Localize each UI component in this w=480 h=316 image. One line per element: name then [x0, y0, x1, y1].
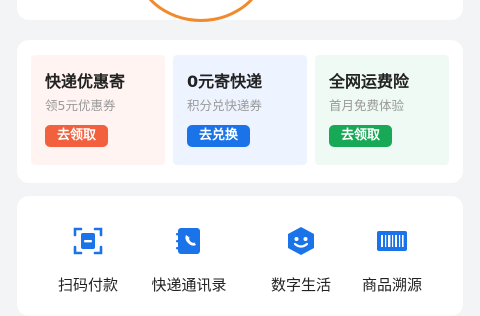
service-label: 商品溯源 [361, 276, 422, 294]
scan-pay-icon [73, 227, 103, 255]
smiley-box-icon [288, 227, 314, 255]
redeem-points-button[interactable]: 去兑换 [187, 125, 251, 147]
service-label: 快递通讯录 [151, 276, 227, 294]
claim-coupon-button[interactable]: 去领取 [45, 125, 109, 147]
contacts-book-icon [176, 228, 200, 254]
service-express-contacts[interactable]: 快递通讯录 [134, 224, 244, 300]
promo-card-shipping-insurance[interactable]: 全网运费险 首月免费体验 去领取 [315, 55, 449, 165]
promo-title: 全网运费险 [329, 72, 410, 91]
promo-card-express-discount[interactable]: 快递优惠寄 领5元优惠券 去领取 [31, 55, 165, 165]
promo-title: 0元寄快递 [187, 72, 263, 91]
promo-card-free-express[interactable]: 0元寄快递 积分兑快递券 去兑换 [173, 55, 307, 165]
service-scan-pay[interactable]: 扫码付款 [33, 224, 143, 300]
promo-subtitle: 首月免费体验 [329, 98, 405, 113]
barcode-icon [377, 231, 407, 251]
service-label: 扫码付款 [57, 276, 118, 294]
service-product-trace[interactable]: 商品溯源 [337, 224, 447, 300]
promo-title: 快递优惠寄 [45, 72, 126, 91]
promo-subtitle: 领5元优惠券 [45, 98, 116, 113]
promo-subtitle: 积分兑快递券 [187, 98, 263, 113]
claim-insurance-button[interactable]: 去领取 [329, 125, 393, 147]
